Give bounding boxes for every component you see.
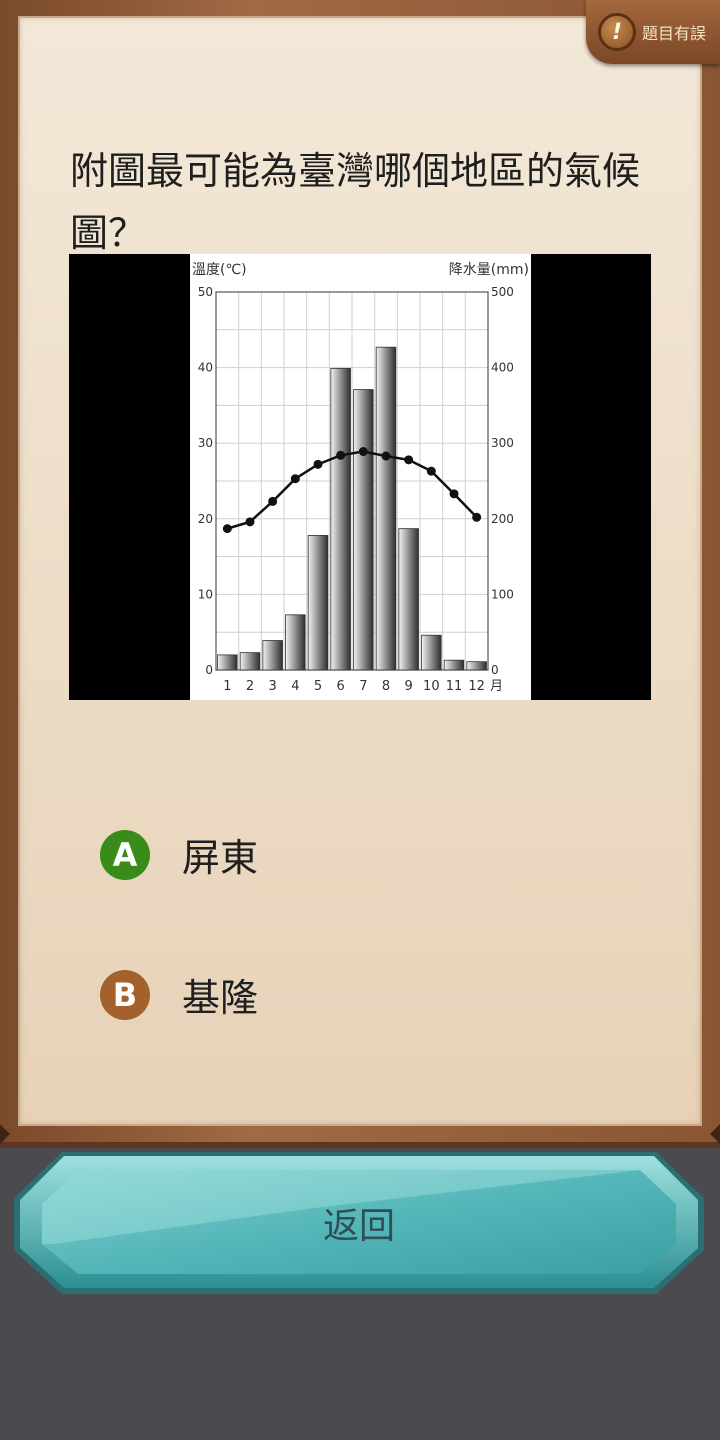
right-tick-label: 0 <box>491 663 499 677</box>
precip-bar <box>262 640 283 671</box>
temperature-point <box>222 524 232 534</box>
left-tick-label: 40 <box>198 361 213 375</box>
back-button-label: 返回 <box>322 1206 395 1247</box>
month-tick-label: 9 <box>405 679 413 694</box>
precip-bar <box>375 346 397 671</box>
exclamation-icon: ! <box>598 13 636 51</box>
month-tick-label: 6 <box>337 679 345 694</box>
month-tick-label: 1 <box>223 679 231 694</box>
temperature-point <box>336 450 346 460</box>
right-tick-label: 400 <box>491 361 514 375</box>
month-tick-label: 4 <box>291 679 299 694</box>
temperature-point <box>313 459 323 469</box>
right-tick-label: 200 <box>491 512 514 526</box>
precip-bar <box>239 652 261 671</box>
month-tick-label: 10 <box>423 679 440 694</box>
left-axis-label: 溫度(℃) <box>192 262 247 278</box>
month-tick-label: 2 <box>246 679 254 694</box>
option-a-badge: A <box>100 829 150 880</box>
report-error-label: 題目有誤 <box>642 24 707 43</box>
left-tick-label: 0 <box>205 663 213 677</box>
precip-bar <box>307 535 329 671</box>
precip-bar <box>398 528 419 671</box>
climate-chart-svg: 0102030405001002003004005001 2 3 4 5 6 7 8 9 10 11… <box>190 254 531 700</box>
back-button[interactable]: 返回 <box>14 1150 704 1296</box>
left-tick-label: 50 <box>198 285 213 299</box>
right-tick-label: 300 <box>491 436 514 450</box>
option-a-text: 屏東 <box>182 836 259 880</box>
precip-bar <box>217 654 238 671</box>
frame-corner-left <box>0 1124 10 1144</box>
climate-chart: 0 10 20 30 40 50 0 100 200 300 400 500 1 2 3 4 5 6 7 8 9 10 11… <box>69 254 651 700</box>
option-b[interactable]: B 基隆 <box>100 967 258 1022</box>
right-tick-label: 100 <box>491 587 514 601</box>
precip-bar <box>421 634 442 671</box>
left-tick-label: 10 <box>198 587 213 601</box>
frame-corner-right <box>710 1124 720 1144</box>
month-tick-label: 7 <box>359 679 367 694</box>
option-b-text: 基隆 <box>182 976 259 1020</box>
temperature-point <box>290 474 300 484</box>
month-tick-label: 12 <box>468 679 485 694</box>
precip-bar <box>330 367 351 671</box>
right-axis-label: 降水量(mm) <box>449 262 529 278</box>
left-tick-label: 20 <box>198 512 213 526</box>
option-a[interactable]: A 屏東 <box>100 827 258 882</box>
x-axis-unit-label: 月 <box>490 679 503 694</box>
question-card: 附圖最可能為臺灣哪個地區的氣候圖？ 0 10 20 30 40 50 0 100 200 300 4… <box>18 16 702 1126</box>
month-tick-label: 3 <box>269 679 277 694</box>
precip-bar <box>466 661 487 671</box>
month-tick-label: 5 <box>314 679 322 694</box>
temperature-point <box>426 466 436 476</box>
precip-bar <box>353 389 374 671</box>
temperature-point <box>381 451 391 461</box>
temperature-point <box>404 455 414 465</box>
precip-bar <box>443 659 465 671</box>
report-error-button[interactable]: ! 題目有誤 <box>586 0 720 64</box>
temperature-point <box>245 517 255 527</box>
option-b-badge: B <box>100 969 150 1020</box>
left-tick-label: 30 <box>198 436 213 450</box>
temperature-point <box>472 512 482 522</box>
temperature-point <box>268 496 278 506</box>
wood-frame: 附圖最可能為臺灣哪個地區的氣候圖？ 0 10 20 30 40 50 0 100 200 300 4… <box>0 0 720 1148</box>
temperature-point <box>449 489 459 499</box>
precip-bar <box>285 614 306 671</box>
right-tick-label: 500 <box>491 285 514 299</box>
month-tick-label: 11 <box>446 679 463 694</box>
month-tick-label: 8 <box>382 679 390 694</box>
temperature-point <box>358 447 368 457</box>
question-text: 附圖最可能為臺灣哪個地區的氣候圖？ <box>70 149 641 255</box>
